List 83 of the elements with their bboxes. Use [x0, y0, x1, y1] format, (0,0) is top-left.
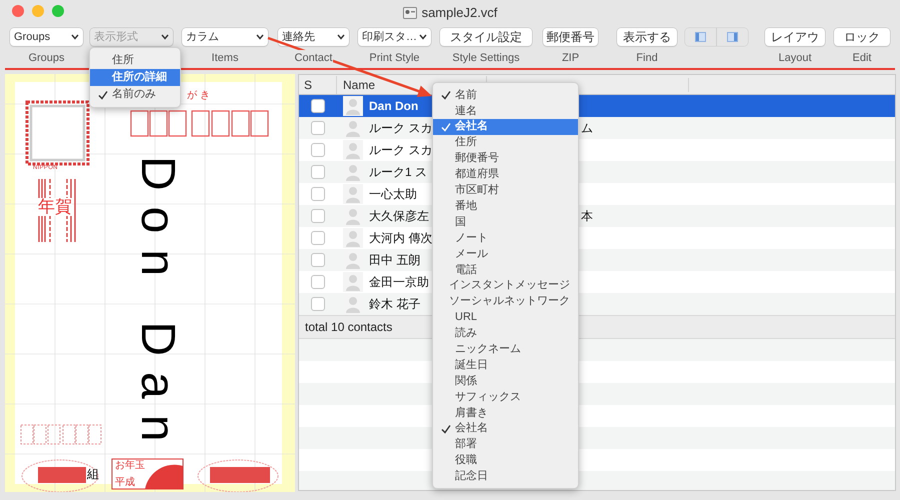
contact-name: 大久保彦左 — [369, 208, 429, 225]
lottery-label: お年玉 — [115, 460, 145, 471]
menu-item[interactable]: ノート — [433, 230, 578, 246]
contact-name: 大河内 傳次 — [369, 230, 432, 247]
postcard-caption: が き — [187, 89, 210, 103]
menu-item[interactable]: 住所の詳細 — [90, 69, 180, 86]
menu-item[interactable]: 会社名 — [433, 118, 578, 135]
new-year-mark: 年賀 — [38, 198, 72, 216]
avatar-icon — [343, 206, 363, 226]
menu-item[interactable]: 連名 — [433, 102, 578, 119]
sidebar-icon — [695, 32, 706, 42]
menu-item[interactable]: 記念日 — [433, 468, 578, 484]
close-button[interactable] — [12, 5, 24, 17]
menu-item[interactable]: 部署 — [433, 436, 578, 452]
zoom-button[interactable] — [52, 5, 64, 17]
avatar-icon — [343, 228, 363, 248]
menu-item[interactable]: 肩書き — [433, 404, 578, 421]
avatar-icon — [343, 118, 363, 138]
toolbar-button[interactable]: レイアウ — [765, 28, 825, 46]
row-checkbox[interactable] — [311, 99, 325, 113]
chevron-icon — [256, 34, 264, 40]
avatar-icon — [343, 140, 363, 160]
menu-item[interactable]: 役職 — [433, 452, 578, 468]
menu-item[interactable]: 都道府県 — [433, 166, 578, 182]
contact-name: ルーク スカ — [369, 120, 432, 137]
avatar-icon — [343, 272, 363, 292]
contact-name: ルーク スカ — [369, 142, 432, 159]
avatar-icon — [343, 250, 363, 270]
row-checkbox[interactable] — [311, 209, 325, 223]
chevron-icon — [337, 34, 345, 40]
toolbar-label: Layout — [777, 50, 813, 66]
table-cell-text: ム — [581, 120, 593, 137]
table-cell-text: 本 — [581, 208, 593, 225]
chevron-icon — [71, 34, 79, 40]
row-checkbox[interactable] — [311, 121, 325, 135]
group-mark: 組 — [87, 467, 99, 481]
avatar-icon — [343, 184, 363, 204]
column-header[interactable]: S — [299, 76, 337, 94]
toolbar-label: Style Settings — [451, 50, 521, 66]
row-checkbox[interactable] — [311, 187, 325, 201]
toolbar-label: Print Style — [368, 50, 421, 66]
menu-item[interactable]: サフィックス — [433, 388, 578, 405]
chevron-icon — [161, 34, 169, 40]
window-title: sampleJ2.vcf — [422, 4, 498, 22]
menu-item[interactable]: 市区町村 — [433, 182, 578, 198]
toolbar-label: Groups — [27, 50, 66, 66]
row-checkbox[interactable] — [311, 275, 325, 289]
row-checkbox[interactable] — [311, 231, 325, 245]
toolbar-button[interactable]: 表示する — [617, 28, 677, 46]
contact-count: total 10 contacts — [304, 319, 392, 336]
menu-item[interactable]: 住所 — [90, 52, 180, 69]
row-checkbox[interactable] — [311, 297, 325, 311]
toolbar-button[interactable]: スタイル設定 — [440, 28, 532, 46]
contact-card-icon — [402, 6, 417, 19]
dropdown-select[interactable]: Groups — [10, 28, 83, 46]
menu-item[interactable]: 誕生日 — [433, 357, 578, 374]
minimize-button[interactable] — [32, 5, 44, 17]
dropdown-select[interactable]: 印刷スタ… — [358, 28, 431, 46]
menu-item[interactable]: 会社名 — [433, 420, 578, 437]
sidebar-icon — [727, 32, 738, 42]
contact-name: Dan Don — [369, 98, 418, 115]
contact-name: 田中 五朗 — [369, 252, 420, 269]
menu-item[interactable]: 読み — [433, 325, 578, 342]
toolbar-button[interactable]: 郵便番号 — [543, 28, 598, 46]
avatar-icon — [343, 162, 363, 182]
dropdown-select[interactable]: 連絡先 — [278, 28, 349, 46]
menu-item[interactable]: 名前のみ — [90, 86, 180, 103]
toolbar-button[interactable]: ロック — [834, 28, 890, 46]
recipient-name: Don Dan — [133, 156, 181, 458]
menu-item[interactable]: 関係 — [433, 373, 578, 389]
contact-name: 一心太助 — [369, 186, 417, 203]
row-checkbox[interactable] — [311, 165, 325, 179]
row-checkbox[interactable] — [311, 253, 325, 267]
contact-name: 鈴木 花子 — [369, 296, 420, 313]
chevron-icon — [419, 34, 427, 40]
menu-item[interactable]: インスタントメッセージ — [433, 278, 578, 294]
menu-item[interactable]: ソーシャルネットワーク — [433, 294, 578, 310]
contact-name: 金田一京助 — [369, 274, 429, 291]
row-checkbox[interactable] — [311, 143, 325, 157]
menu-item[interactable]: ニックネーム — [433, 341, 578, 358]
contact-name: ルーク1 ス — [369, 164, 428, 181]
era-label: 平成 — [115, 477, 135, 488]
dropdown-select[interactable]: カラム — [182, 28, 268, 46]
